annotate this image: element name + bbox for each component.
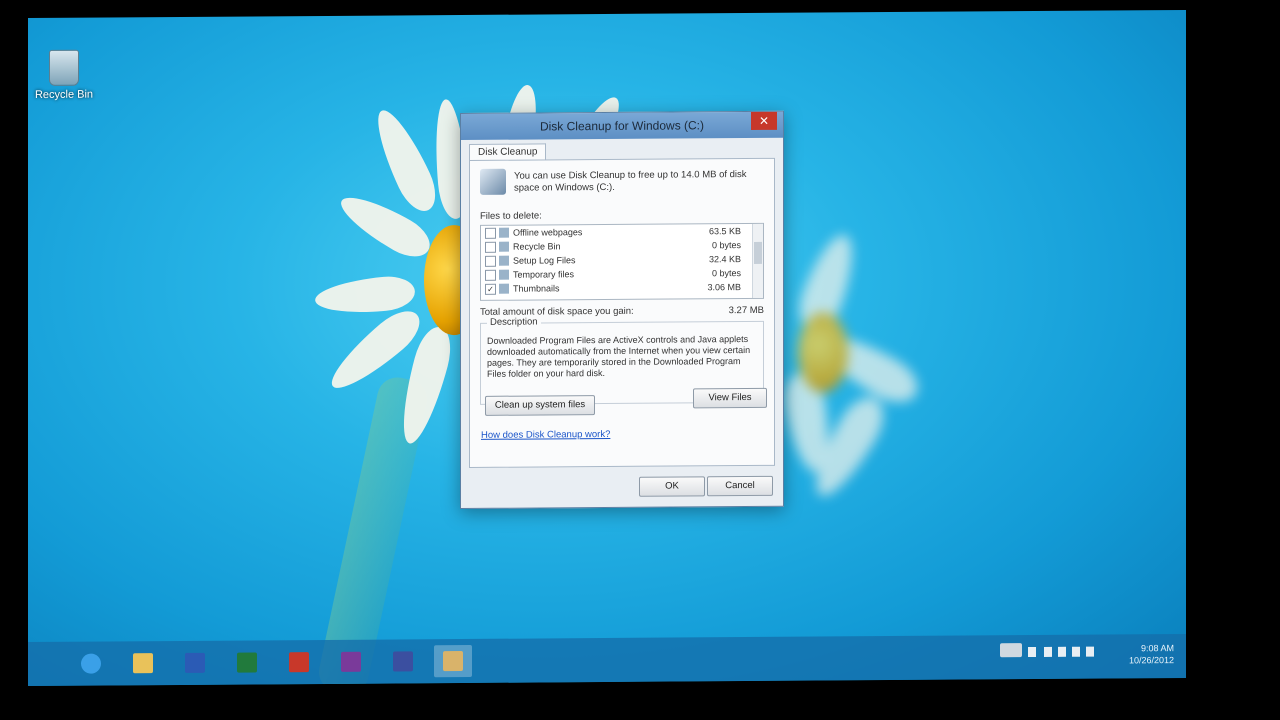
file-explorer-icon (133, 653, 153, 674)
file-size: 3.06 MB (707, 282, 741, 293)
taskbar-file-explorer[interactable] (124, 647, 162, 679)
file-size: 0 bytes (711, 240, 741, 251)
power-icon[interactable] (1058, 646, 1066, 657)
wallpaper-daisy-blurred (28, 10, 1186, 506)
checkbox[interactable] (485, 255, 496, 267)
tab-disk-cleanup[interactable]: Disk Cleanup (469, 143, 547, 161)
checkbox[interactable] (485, 241, 496, 253)
disk-cleanup-panel: You can use Disk Cleanup to free up to 1… (469, 157, 775, 468)
taskbar-powerpoint[interactable] (280, 646, 318, 678)
file-name: Recycle Bin (513, 241, 561, 252)
word-icon (185, 652, 205, 673)
taskbar-visio[interactable] (384, 645, 422, 677)
setup-log-icon (499, 255, 509, 266)
ok-button[interactable]: OK (639, 476, 705, 497)
help-link[interactable]: How does Disk Cleanup work? (481, 429, 610, 441)
file-name: Thumbnails (513, 283, 560, 294)
show-hidden-icons-icon[interactable] (1028, 647, 1036, 658)
total-value: 3.27 MB (728, 304, 764, 317)
taskbar-excel[interactable] (228, 646, 266, 678)
cancel-button[interactable]: Cancel (707, 475, 773, 497)
network-icon[interactable] (1072, 646, 1080, 657)
close-button[interactable]: ✕ (751, 111, 777, 130)
clock-time: 9:08 AM (1140, 643, 1174, 654)
description-label: Description (487, 316, 541, 328)
list-scrollbar[interactable] (752, 223, 763, 298)
powerpoint-icon (289, 652, 309, 673)
disk-cleanup-drive-icon (480, 168, 506, 195)
flag-icon[interactable] (1044, 646, 1052, 657)
view-files-button[interactable]: View Files (693, 387, 767, 409)
excel-icon (237, 652, 257, 673)
file-name: Offline webpages (513, 227, 583, 238)
scrollbar-thumb[interactable] (754, 241, 762, 264)
touch-keyboard-icon[interactable] (1000, 643, 1022, 658)
files-to-delete-label: Files to delete: (480, 210, 542, 222)
taskbar-internet-explorer[interactable] (72, 647, 110, 679)
temporary-files-icon (499, 269, 509, 280)
recycle-bin-icon (499, 241, 509, 252)
intro-text: You can use Disk Cleanup to free up to 1… (514, 169, 747, 194)
recycle-bin-label: Recycle Bin (34, 88, 94, 101)
visio-icon (393, 651, 413, 672)
wallpaper-daisy (28, 10, 1186, 687)
taskbar-disk-cleanup[interactable] (434, 644, 472, 678)
checkbox[interactable] (485, 269, 496, 281)
volume-icon[interactable] (1086, 646, 1094, 657)
file-size: 32.4 KB (708, 254, 741, 265)
onenote-icon (341, 651, 361, 672)
clock-date: 10/26/2012 (1128, 655, 1174, 666)
file-size: 0 bytes (711, 268, 741, 279)
file-name: Setup Log Files (513, 255, 576, 266)
dialog-titlebar[interactable]: Disk Cleanup for Windows (C:) ✕ (461, 111, 783, 141)
internet-explorer-icon (81, 653, 101, 674)
taskbar-word[interactable] (176, 647, 214, 679)
list-item[interactable]: ✓ Thumbnails 3.06 MB (481, 280, 763, 296)
checkbox-checked[interactable]: ✓ (485, 283, 496, 295)
file-name: Temporary files (513, 269, 575, 280)
dialog-title: Disk Cleanup for Windows (C:) (539, 118, 705, 134)
file-size: 63.5 KB (708, 226, 741, 237)
taskbar: 9:08 AM 10/26/2012 (28, 633, 1186, 687)
description-text: Downloaded Program Files are ActiveX con… (487, 334, 751, 379)
thumbnails-icon (499, 283, 509, 294)
offline-webpages-icon (499, 227, 509, 238)
clean-up-system-files-button[interactable]: Clean up system files (485, 395, 595, 416)
desktop-screen: Recycle Bin Disk Cleanup for Windows (C:… (28, 9, 1186, 687)
recycle-bin-icon (49, 49, 79, 86)
desktop-icon-recycle-bin[interactable]: Recycle Bin (34, 49, 94, 101)
clock[interactable]: 9:08 AM 10/26/2012 (1129, 642, 1174, 666)
disk-cleanup-dialog: Disk Cleanup for Windows (C:) ✕ Disk Cle… (460, 110, 784, 510)
taskbar-onenote[interactable] (332, 646, 370, 678)
disk-cleanup-icon (443, 651, 463, 672)
checkbox[interactable] (485, 227, 496, 239)
files-list: Offline webpages 63.5 KB Recycle Bin 0 b… (480, 222, 764, 301)
